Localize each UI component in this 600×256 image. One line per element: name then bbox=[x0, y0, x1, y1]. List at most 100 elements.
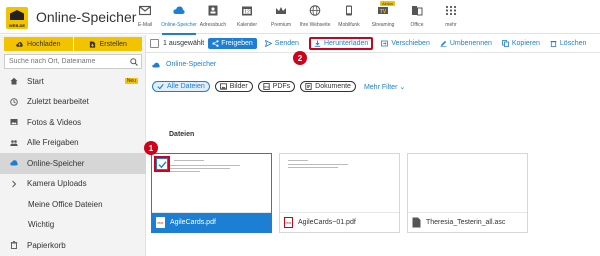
sidebar-item-label: Meine Office Dateien bbox=[28, 199, 103, 209]
office-icon bbox=[412, 6, 423, 16]
step-1-marker: 1 bbox=[144, 141, 158, 155]
nav-premium[interactable]: Premium bbox=[264, 2, 298, 34]
document-icon bbox=[305, 83, 312, 90]
trash-icon bbox=[10, 241, 18, 250]
file-tile[interactable]: Theresia_Testerin_all.asc bbox=[407, 153, 528, 233]
nav-label: Ihre Webseite bbox=[299, 22, 331, 28]
step-2-marker: 2 bbox=[293, 51, 307, 65]
chevron-down-icon: ⌄ bbox=[399, 83, 406, 91]
move-label: Verschieben bbox=[391, 40, 430, 47]
file-thumbnail bbox=[154, 156, 269, 214]
selected-count: 1 ausgewählt bbox=[163, 40, 205, 47]
cloud-upload-icon bbox=[16, 41, 23, 47]
pdf-file-icon: PDF bbox=[156, 217, 165, 228]
delete-button[interactable]: Löschen bbox=[550, 40, 586, 47]
rename-button[interactable]: Umbenennen bbox=[440, 40, 492, 47]
filter-label: PDFs bbox=[272, 83, 291, 90]
globe-icon bbox=[309, 5, 321, 16]
home-icon bbox=[10, 78, 18, 85]
nav-label: E-Mail bbox=[137, 22, 153, 28]
file-name: AgileCards.pdf bbox=[170, 219, 216, 226]
filter-label: Dokumente bbox=[315, 83, 351, 90]
file-thumbnail bbox=[282, 156, 397, 214]
sidebar-item-wichtig[interactable]: Wichtig bbox=[0, 215, 146, 236]
filter-pdfs[interactable]: PDF PDFs bbox=[257, 81, 296, 92]
sidebar-item-papierkorb[interactable]: Papierkorb bbox=[0, 235, 146, 256]
create-button[interactable]: Erstellen bbox=[73, 37, 142, 51]
app-title: Online-Speicher bbox=[36, 9, 137, 25]
delete-label: Löschen bbox=[559, 40, 587, 47]
upload-label: Hochladen bbox=[27, 40, 61, 48]
filter-all-files[interactable]: Alle Dateien bbox=[152, 81, 210, 92]
sidebar-nav: Start Neu Zuletzt bearbeitet Fotos & Vid… bbox=[0, 71, 146, 256]
sidebar-item-label: Fotos & Videos bbox=[27, 117, 82, 127]
sidebar-item-kamera-uploads[interactable]: Kamera Uploads bbox=[0, 174, 146, 195]
sidebar-item-zuletzt[interactable]: Zuletzt bearbeitet bbox=[0, 92, 146, 113]
sidebar-item-start[interactable]: Start Neu bbox=[0, 71, 146, 92]
chevron-right-icon[interactable] bbox=[10, 180, 18, 188]
nav-label: Online-Speicher bbox=[161, 22, 197, 28]
nav-label: Streaming bbox=[371, 22, 395, 28]
nav-label: Mobilfunk bbox=[338, 22, 360, 28]
upload-button[interactable]: Hochladen bbox=[4, 37, 74, 51]
nav-online-speicher[interactable]: Online-Speicher bbox=[161, 2, 197, 35]
sidebar-item-freigaben[interactable]: Alle Freigaben bbox=[0, 133, 146, 154]
svg-text:12: 12 bbox=[244, 10, 250, 16]
sidebar-item-label: Kamera Uploads bbox=[27, 179, 87, 189]
search-input[interactable] bbox=[5, 55, 125, 68]
nav-label: Adressbuch bbox=[199, 22, 227, 28]
file-tile[interactable]: PDF AgileCards~01.pdf bbox=[279, 153, 400, 233]
download-button[interactable]: Herunterladen bbox=[308, 37, 374, 50]
copy-button[interactable]: Kopieren bbox=[501, 40, 540, 47]
nav-webseite[interactable]: Ihre Webseite bbox=[298, 2, 332, 34]
cloud-icon bbox=[173, 6, 185, 14]
mail-icon bbox=[139, 5, 151, 16]
new-badge: Neu bbox=[124, 78, 138, 85]
sidebar-actions: Hochladen Erstellen bbox=[4, 37, 142, 51]
aktion-badge: Aktion bbox=[380, 1, 396, 6]
filter-bar: Alle Dateien Bilder PDF PDFs Dokumente M… bbox=[152, 81, 405, 92]
more-filters-dropdown[interactable]: Mehr Filter ⌄ bbox=[364, 83, 405, 91]
nav-kalender[interactable]: 12 Kalender bbox=[230, 2, 264, 34]
trash-icon bbox=[550, 40, 557, 47]
share-button[interactable]: Freigeben bbox=[208, 38, 257, 49]
file-thumbnail bbox=[410, 156, 525, 214]
send-button[interactable]: Senden bbox=[264, 40, 299, 47]
nav-office[interactable]: Office bbox=[400, 2, 434, 34]
sidebar-item-online-speicher[interactable]: Online-Speicher bbox=[0, 153, 146, 174]
send-label: Senden bbox=[274, 40, 299, 47]
nav-mehr[interactable]: mehr bbox=[434, 2, 468, 34]
nav-adressbuch[interactable]: Adressbuch bbox=[196, 2, 230, 34]
sidebar-item-fotos[interactable]: Fotos & Videos bbox=[0, 112, 146, 133]
svg-text:TV: TV bbox=[380, 9, 387, 15]
address-book-icon bbox=[208, 5, 218, 16]
breadcrumb[interactable]: Online-Speicher bbox=[152, 61, 216, 68]
select-all-checkbox[interactable] bbox=[150, 39, 159, 48]
calendar-icon: 12 bbox=[242, 6, 252, 16]
search-icon[interactable] bbox=[130, 58, 138, 66]
sidebar-item-label: Alle Freigaben bbox=[27, 138, 79, 148]
nav-email[interactable]: E-Mail bbox=[128, 2, 162, 34]
new-file-icon bbox=[89, 40, 95, 48]
file-tile[interactable]: PDF AgileCards.pdf bbox=[151, 153, 272, 233]
nav-mobilfunk[interactable]: Mobilfunk bbox=[332, 2, 366, 34]
svg-text:PDF: PDF bbox=[158, 221, 164, 225]
nav-streaming[interactable]: TV Aktion Streaming bbox=[366, 1, 400, 34]
filter-images[interactable]: Bilder bbox=[214, 81, 253, 92]
nav-label: mehr bbox=[445, 22, 457, 28]
filter-documents[interactable]: Dokumente bbox=[300, 81, 356, 92]
clock-icon bbox=[10, 98, 18, 106]
sidebar: Hochladen Erstellen Start Neu Zuletzt be… bbox=[0, 35, 146, 256]
pdf-file-icon: PDF bbox=[284, 217, 293, 228]
sidebar-item-office-dateien[interactable]: Meine Office Dateien bbox=[0, 194, 146, 215]
svg-text:PDF: PDF bbox=[263, 85, 269, 89]
move-button[interactable]: Verschieben bbox=[381, 40, 430, 47]
top-bar: WEB.DE Online-Speicher E-Mail Online-Spe… bbox=[0, 0, 600, 35]
more-filters-label: Mehr Filter bbox=[363, 83, 398, 91]
download-icon bbox=[314, 40, 321, 47]
sidebar-item-label: Online-Speicher bbox=[27, 158, 85, 168]
webde-logo[interactable]: WEB.DE bbox=[6, 7, 28, 29]
share-label: Freigeben bbox=[221, 40, 253, 47]
file-footer: PDF AgileCards.pdf bbox=[152, 212, 271, 232]
cloud-icon bbox=[152, 62, 160, 67]
